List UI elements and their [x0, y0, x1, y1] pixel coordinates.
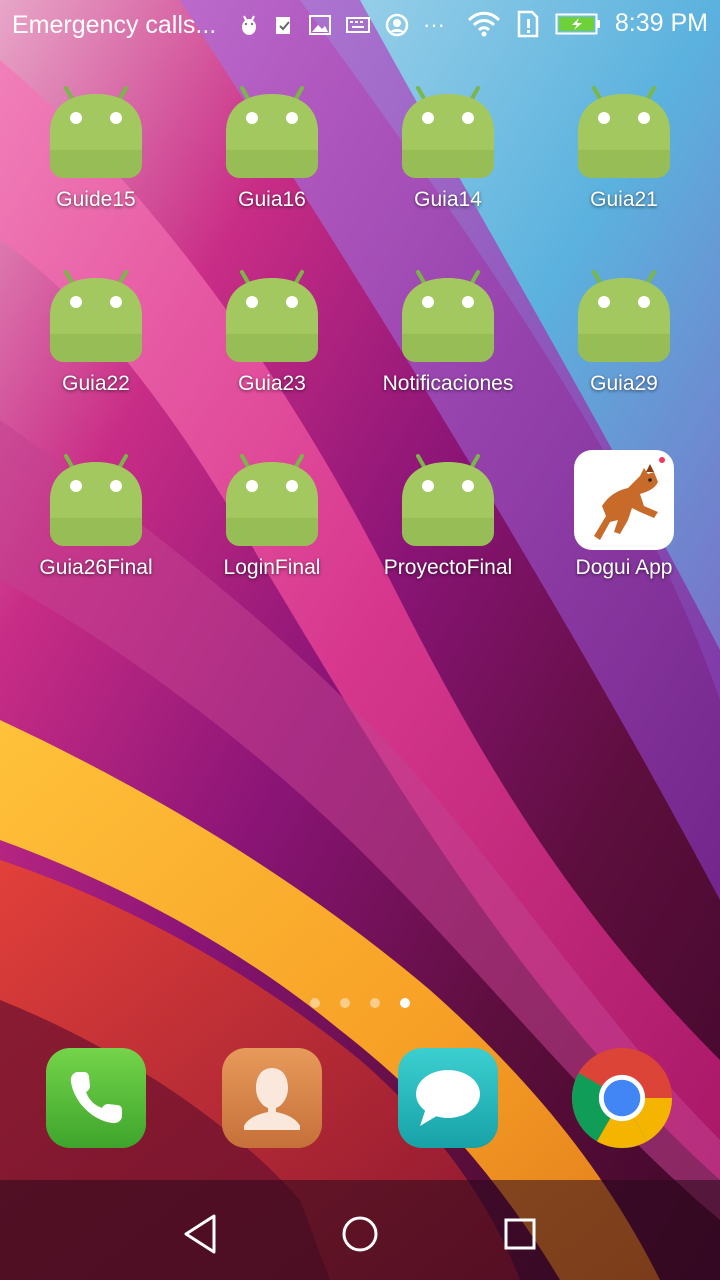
android-icon [50, 270, 142, 362]
android-icon [402, 86, 494, 178]
android-icon [226, 454, 318, 546]
back-icon[interactable] [170, 1204, 230, 1264]
android-icon [402, 270, 494, 362]
android-icon [226, 270, 318, 362]
android-icon [402, 454, 494, 546]
android-icon [50, 86, 142, 178]
app-guia21[interactable]: Guia21 [536, 82, 712, 212]
keyboard-icon [346, 17, 370, 33]
chrome-icon[interactable] [570, 1046, 674, 1150]
page-dot[interactable] [310, 998, 320, 1008]
sim-alert-icon [517, 10, 539, 37]
app-label: Guia23 [238, 372, 306, 395]
app-guia26final[interactable]: Guia26Final [8, 450, 184, 580]
app-guia23[interactable]: Guia23 [184, 266, 360, 396]
clipboard-check-icon [276, 17, 290, 34]
android-icon [50, 454, 142, 546]
home-icon[interactable] [330, 1204, 390, 1264]
app-guia22[interactable]: Guia22 [8, 266, 184, 396]
status-right: 8:39 PM [467, 9, 708, 38]
contacts-icon[interactable] [220, 1046, 324, 1150]
app-dogui[interactable]: Dogui App [536, 450, 712, 580]
app-label: Guia29 [590, 372, 658, 395]
page-indicator [0, 998, 720, 1008]
app-guia16[interactable]: Guia16 [184, 82, 360, 212]
recents-icon[interactable] [490, 1204, 550, 1264]
message-icon[interactable] [396, 1046, 500, 1150]
notification-icons: ··· [238, 12, 445, 38]
app-label: Guia16 [238, 188, 306, 211]
app-label: LoginFinal [223, 556, 321, 579]
app-label: Notificaciones [382, 372, 514, 395]
navigation-bar [0, 1184, 720, 1280]
dock [0, 1046, 720, 1152]
android-icon [578, 86, 670, 178]
app-guia14[interactable]: Guia14 [360, 82, 536, 212]
wifi-icon [467, 11, 500, 36]
android-icon [578, 270, 670, 362]
phone-icon[interactable] [44, 1046, 148, 1150]
vpn-icon [385, 13, 409, 37]
more-icon: ··· [423, 12, 445, 37]
app-guia29[interactable]: Guia29 [536, 266, 712, 396]
page-dot-current[interactable] [400, 998, 410, 1008]
app-loginfinal[interactable]: LoginFinal [184, 450, 360, 580]
clock: 8:39 PM [614, 9, 708, 37]
android-debug-icon [242, 15, 256, 35]
page-dot[interactable] [340, 998, 350, 1008]
app-label: Dogui App [575, 556, 673, 579]
app-label: Guia22 [62, 372, 130, 395]
app-notificaciones[interactable]: Notificaciones [360, 266, 536, 396]
status-bar: Emergency calls... ··· 8:39 PM [0, 0, 720, 52]
app-label: Guia26Final [39, 556, 153, 579]
android-icon [226, 86, 318, 178]
carrier-label: Emergency calls... [12, 11, 217, 39]
app-label: ProyectoFinal [383, 556, 513, 579]
app-proyectofinal[interactable]: ProyectoFinal [360, 450, 536, 580]
app-label: Guia14 [414, 188, 482, 211]
dog-icon [574, 450, 674, 550]
gallery-icon [309, 15, 331, 35]
page-dot[interactable] [370, 998, 380, 1008]
app-label: Guide15 [56, 188, 136, 211]
app-label: Guia21 [590, 188, 658, 211]
app-guide15[interactable]: Guide15 [8, 82, 184, 212]
battery-charging-icon [555, 13, 600, 34]
